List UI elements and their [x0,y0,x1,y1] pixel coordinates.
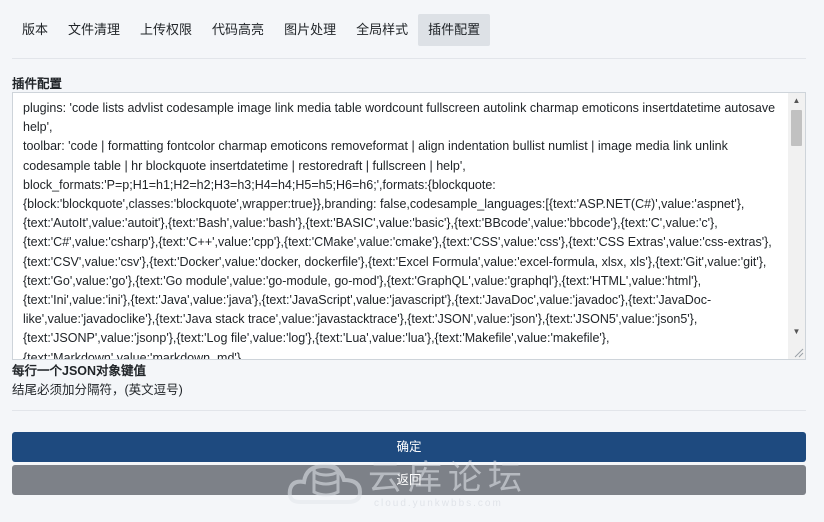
resize-grip-icon[interactable] [792,346,804,358]
plugin-config-text[interactable]: plugins: 'code lists advlist codesample … [23,99,785,359]
help-line-2: 结尾必须加分隔符，(英文逗号) [12,382,183,397]
tab-bar: 版本 文件清理 上传权限 代码高亮 图片处理 全局样式 插件配置 [12,14,491,46]
tab-code-highlight[interactable]: 代码高亮 [202,14,274,46]
tab-plugin-config[interactable]: 插件配置 [418,14,491,46]
scrollbar-thumb[interactable] [791,110,802,146]
tab-version[interactable]: 版本 [12,14,58,46]
watermark-subtitle: cloud.yunkwbbs.com [374,498,503,509]
tab-file-cleanup[interactable]: 文件清理 [58,14,130,46]
plugin-config-label: 插件配置 [12,77,63,91]
plugin-config-textarea[interactable]: plugins: 'code lists advlist codesample … [12,92,806,360]
tab-global-style[interactable]: 全局样式 [346,14,418,46]
help-text: 每行一个JSON对象键值 结尾必须加分隔符，(英文逗号) [12,362,183,399]
vertical-scrollbar[interactable]: ▲ ▼ [788,93,805,359]
divider [12,58,806,59]
help-line-1: 每行一个JSON对象键值 [12,364,147,378]
scroll-up-arrow-icon[interactable]: ▲ [788,94,805,108]
scroll-down-arrow-icon[interactable]: ▼ [788,325,805,339]
tab-image-processing[interactable]: 图片处理 [274,14,346,46]
confirm-button[interactable]: 确定 [12,432,806,462]
tab-upload-permissions[interactable]: 上传权限 [130,14,202,46]
back-button[interactable]: 返回 [12,465,806,495]
divider [12,410,806,411]
